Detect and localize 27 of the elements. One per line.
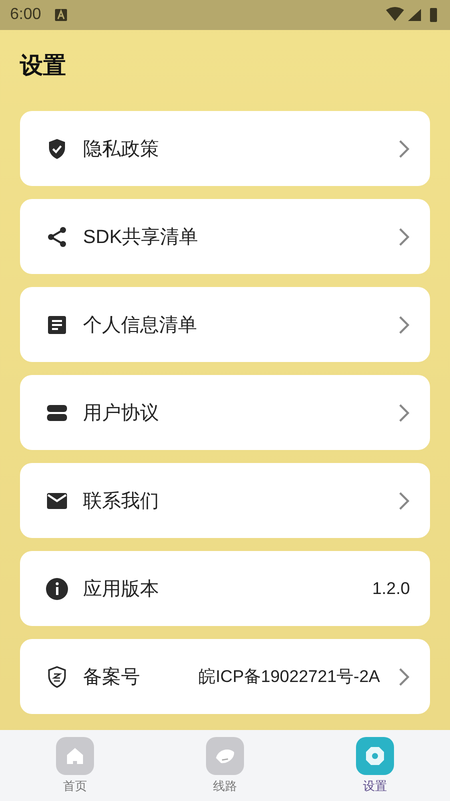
- row-label: 备案号: [83, 666, 141, 690]
- row-label: 个人信息清单: [83, 314, 198, 338]
- settings-row[interactable]: 用户协议: [20, 375, 430, 450]
- badge-shield-icon: [45, 664, 69, 688]
- row-label: 用户协议: [83, 402, 160, 426]
- row-label: 隐私政策: [83, 138, 160, 162]
- row-label: 联系我们: [83, 490, 160, 514]
- share-icon: [45, 224, 69, 248]
- settings-row[interactable]: 隐私政策: [20, 111, 430, 186]
- keyboard-indicator-icon: [55, 9, 68, 21]
- nav-tab[interactable]: 线路: [150, 730, 300, 801]
- row-value: 皖ICP备19022721号-2A: [198, 666, 380, 688]
- settings-icon: [363, 744, 387, 768]
- nav-tab[interactable]: 设置: [300, 730, 450, 801]
- row-value: 1.2.0: [372, 578, 410, 598]
- row-label: SDK共享清单: [83, 226, 200, 250]
- settings-row[interactable]: 联系我们: [20, 463, 430, 538]
- settings-row[interactable]: SDK共享清单: [20, 199, 430, 274]
- page-title: 设置: [18, 51, 67, 80]
- settings-row[interactable]: 备案号 皖ICP备19022721号-2A: [20, 639, 430, 714]
- row-label: 应用版本: [83, 578, 160, 602]
- info-icon: [45, 576, 69, 600]
- settings-row[interactable]: 应用版本 1.2.0: [20, 551, 430, 626]
- status-time: 6:00: [10, 6, 42, 24]
- settings-row[interactable]: 个人信息清单: [20, 287, 430, 362]
- signal-battery-icon: [386, 7, 440, 23]
- nav-tab[interactable]: 首页: [0, 730, 150, 801]
